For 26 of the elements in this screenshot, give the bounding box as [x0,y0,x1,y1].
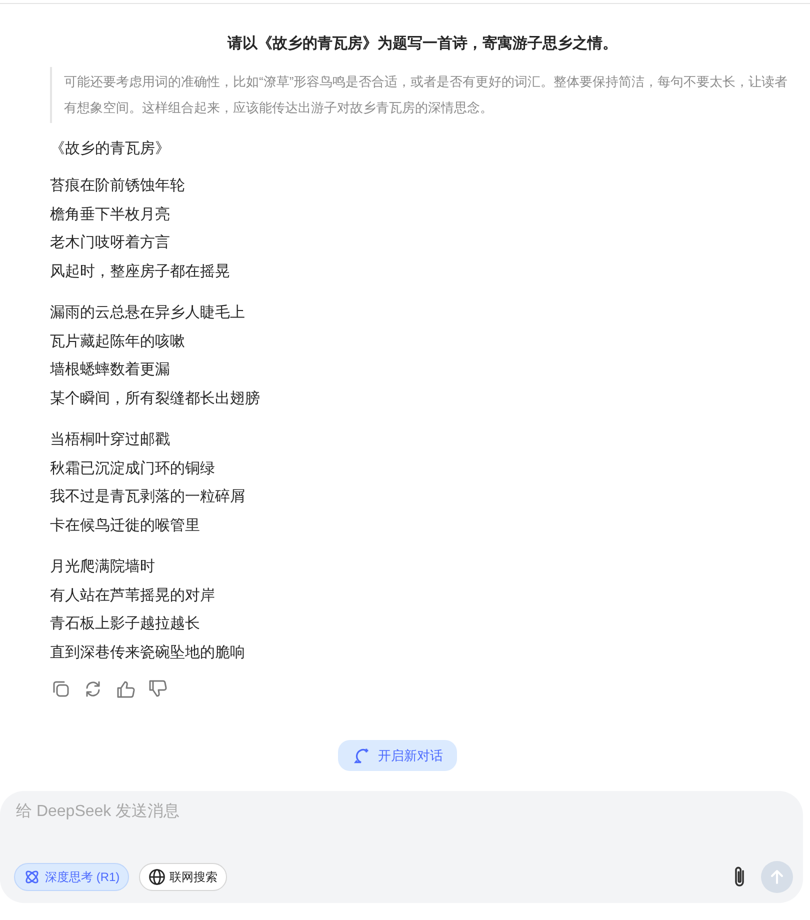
poem-line: 苔痕在阶前锈蚀年轮 [50,176,185,196]
poem-title: 《故乡的青瓦房》 [50,139,171,158]
poem-line: 卡在候鸟迁徙的喉管里 [50,516,200,536]
poem-line: 当梧桐叶穿过邮戳 [50,430,170,450]
new-chat-button[interactable]: 开启新对话 [338,740,457,771]
poem-line: 漏雨的云总悬在异乡人睫毛上 [50,303,245,323]
poem-line: 檐角垂下半枚月亮 [50,204,170,224]
deep-think-toggle[interactable]: 深度思考 (R1) [14,863,129,891]
poem-line: 月光爬满院墙时 [50,557,155,577]
poem-line: 直到深巷传来瓷碗坠地的脆响 [50,642,245,662]
poem-line: 有人站在芦苇摇晃的对岸 [50,586,215,606]
poem-line: 墙根蟋蟀数着更漏 [50,360,170,380]
atom-icon [23,868,41,886]
poem-line: 瓦片藏起陈年的咳嗽 [50,332,185,352]
thinking-text: 可能还要考虑用词的准确性，比如“潦草”形容鸟鸣是否合适，或者是否有更好的词汇。整体要保持简洁，每句不要太长，让读者有想象空间。这样组合起来，应该能传达出游子对故乡青瓦房的深情思念。 [50,67,795,123]
poem-line: 青石板上影子越拉越长 [50,614,200,634]
poem-line: 老木门吱呀着方言 [50,233,170,253]
globe-icon [148,868,166,886]
arrow-up-icon [768,868,786,886]
poem-line: 我不过是青瓦剥落的一粒碎屑 [50,487,245,507]
web-search-toggle[interactable]: 联网搜索 [138,863,227,891]
poem-line: 某个瞬间，所有裂缝都长出翅膀 [50,388,260,408]
poem-line: 秋霜已沉淀成门环的铜绿 [50,458,215,478]
message-input[interactable]: 给 DeepSeek 发送消息 [14,801,793,823]
poem-line: 风起时，整座房子都在摇晃 [50,262,230,282]
user-message: 请以《故乡的青瓦房》为题写一首诗，寄寓游子思乡之情。 [226,34,618,53]
